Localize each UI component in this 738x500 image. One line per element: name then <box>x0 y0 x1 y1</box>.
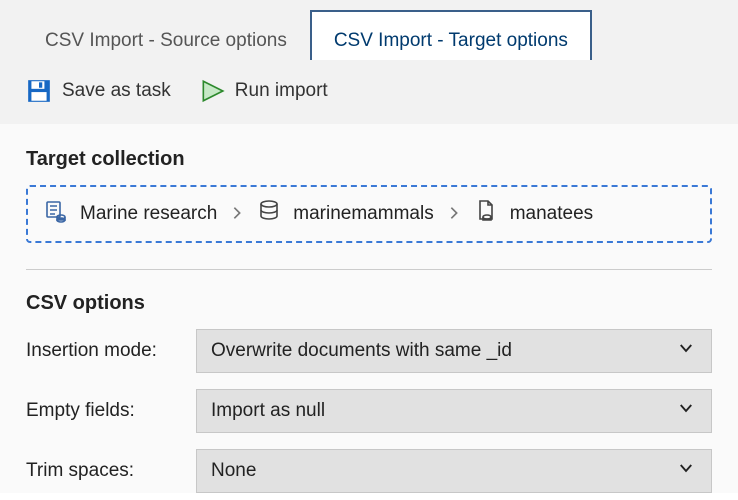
project-icon <box>44 199 68 229</box>
trim-spaces-row: Trim spaces: None <box>26 449 712 493</box>
trim-spaces-select[interactable]: None <box>196 449 712 493</box>
select-value: None <box>211 460 256 482</box>
breadcrumb-collection: manatees <box>510 203 593 225</box>
insertion-mode-select[interactable]: Overwrite documents with same _id <box>196 329 712 373</box>
save-icon <box>26 78 52 104</box>
divider <box>26 269 712 270</box>
tab-bar: CSV Import - Source options CSV Import -… <box>0 0 738 60</box>
collection-icon <box>474 199 498 229</box>
empty-fields-select[interactable]: Import as null <box>196 389 712 433</box>
save-as-task-button[interactable]: Save as task <box>26 78 171 104</box>
content-area: Target collection Marine research marine… <box>0 124 738 493</box>
play-icon <box>199 78 225 104</box>
run-label: Run import <box>235 80 328 102</box>
save-label: Save as task <box>62 80 171 102</box>
tab-label: CSV Import - Source options <box>45 30 287 52</box>
select-value: Overwrite documents with same _id <box>211 340 512 362</box>
chevron-right-icon <box>229 203 245 225</box>
chevron-down-icon <box>677 339 695 363</box>
tab-source-options[interactable]: CSV Import - Source options <box>22 10 310 60</box>
target-collection-breadcrumb[interactable]: Marine research marinemammals manatees <box>26 185 712 243</box>
breadcrumb-database: marinemammals <box>293 203 433 225</box>
breadcrumb-project: Marine research <box>80 203 217 225</box>
toolbar: Save as task Run import <box>0 60 738 124</box>
csv-options-title: CSV options <box>26 292 712 315</box>
insertion-mode-row: Insertion mode: Overwrite documents with… <box>26 329 712 373</box>
run-import-button[interactable]: Run import <box>199 78 328 104</box>
tab-target-options[interactable]: CSV Import - Target options <box>310 10 592 60</box>
trim-spaces-label: Trim spaces: <box>26 460 196 482</box>
select-value: Import as null <box>211 400 325 422</box>
chevron-down-icon <box>677 399 695 423</box>
target-collection-title: Target collection <box>26 148 712 171</box>
tab-label: CSV Import - Target options <box>334 30 568 52</box>
chevron-down-icon <box>677 459 695 483</box>
insertion-mode-label: Insertion mode: <box>26 340 196 362</box>
empty-fields-row: Empty fields: Import as null <box>26 389 712 433</box>
empty-fields-label: Empty fields: <box>26 400 196 422</box>
database-icon <box>257 199 281 229</box>
chevron-right-icon <box>446 203 462 225</box>
